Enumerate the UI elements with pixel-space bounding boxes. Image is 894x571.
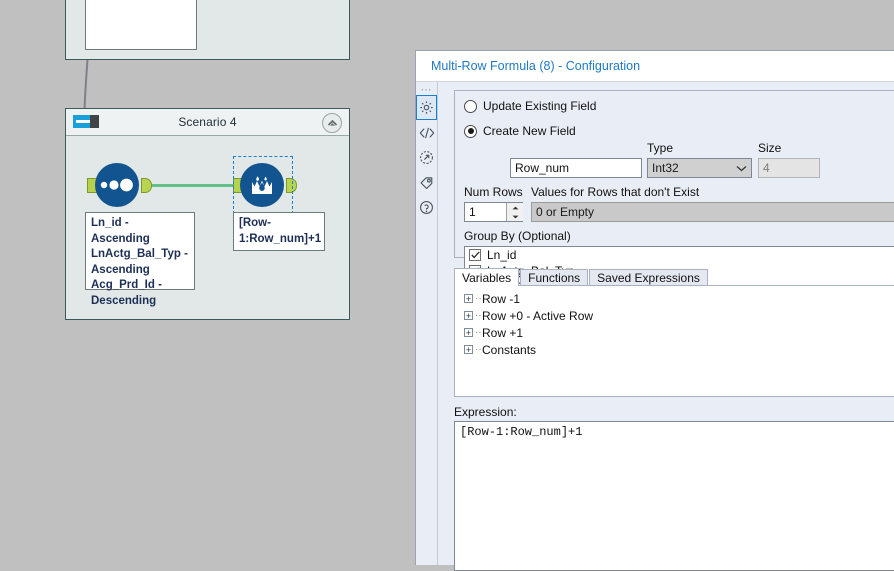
type-value: Int32	[652, 161, 679, 175]
tree-connector: ··	[475, 344, 482, 355]
note-line: Ascending	[91, 263, 150, 276]
field-settings-group: Update Existing Field Create New Field T…	[454, 90, 894, 314]
size-input	[758, 158, 820, 178]
configuration-form: Update Existing Field Create New Field T…	[438, 82, 894, 571]
group-by-item[interactable]: Ln_id	[465, 247, 894, 263]
chevron-down-icon	[736, 165, 747, 171]
tree-item[interactable]: + ·· Constants	[455, 341, 894, 358]
note-line: 1:Row_num]+1	[239, 232, 322, 245]
expression-editor[interactable]: [Row-1:Row_num]+1	[454, 421, 894, 571]
sort-tool-icon[interactable]	[95, 163, 139, 207]
tag-icon[interactable]	[416, 170, 437, 195]
tree-item[interactable]: + ·· Row +0 - Active Row	[455, 307, 894, 324]
tab-saved-expressions[interactable]: Saved Expressions	[589, 269, 708, 286]
expression-tabs[interactable]: Variables Functions Saved Expressions	[454, 268, 709, 286]
stepper-down-icon[interactable]	[507, 212, 523, 221]
panel-icon-rail: ⋯	[416, 82, 438, 565]
tree-item[interactable]: + ·· Row -1	[455, 290, 894, 307]
tab-variables[interactable]: Variables	[454, 268, 520, 286]
num-rows-label: Num Rows	[464, 185, 523, 199]
note-line: LnActg_Bal_Typ -	[91, 248, 188, 260]
note-line: [Row-	[239, 217, 271, 229]
expand-icon[interactable]: +	[464, 345, 473, 354]
note-line: Ln_id - Ascending	[91, 217, 150, 245]
code-icon[interactable]	[416, 120, 437, 145]
expression-text[interactable]: [Row-1:Row_num]+1	[455, 422, 894, 442]
type-label: Type	[647, 141, 674, 155]
radio-update-existing[interactable]	[464, 99, 477, 113]
expand-icon[interactable]: +	[464, 311, 473, 320]
sort-annotation: Ln_id - Ascending LnActg_Bal_Typ - Ascen…	[85, 212, 195, 307]
values-missing-select[interactable]: 0 or Empty	[531, 202, 894, 222]
field-name-input[interactable]	[510, 158, 642, 178]
chevron-up-icon[interactable]	[322, 113, 342, 133]
rail-drag-handle[interactable]: ⋯	[416, 82, 437, 96]
tree-item-label: Constants	[482, 342, 537, 357]
note-line: Descending	[91, 294, 157, 307]
container-tool-icon	[73, 115, 99, 128]
scenario-header[interactable]: Scenario 4	[66, 109, 349, 136]
checkbox-checked[interactable]	[469, 249, 481, 261]
formula-annotation: [Row- 1:Row_num]+1	[233, 212, 325, 251]
group-by-item-label: Ln_id	[487, 248, 517, 262]
variables-tree[interactable]: + ·· Row -1 + ·· Row +0 - Active Row + ·· R…	[454, 285, 894, 397]
tree-connector: ··	[475, 327, 482, 338]
gear-icon[interactable]	[416, 95, 437, 120]
radio-create-new[interactable]	[464, 124, 477, 138]
scenario-title: Scenario 4	[178, 115, 237, 129]
tree-item-label: Row +0 - Active Row	[482, 308, 594, 323]
tree-item-label: Row +1	[482, 325, 524, 340]
expand-icon[interactable]: +	[464, 328, 473, 337]
type-select[interactable]: Int32	[647, 158, 752, 178]
connection-sort-to-formula[interactable]	[148, 184, 238, 187]
update-existing-label: Update Existing Field	[483, 99, 597, 113]
tree-item[interactable]: + ·· Row +1	[455, 324, 894, 341]
group-by-label: Group By (Optional)	[464, 229, 571, 243]
help-icon[interactable]	[416, 195, 437, 220]
expand-icon[interactable]: +	[464, 294, 473, 303]
workflow-canvas[interactable]: Descending Ln_Bus_Evnt - Descending ... …	[0, 0, 420, 565]
values-missing-label: Values for Rows that don't Exist	[531, 185, 700, 199]
create-new-field-option[interactable]: Create New Field	[464, 121, 894, 141]
size-label: Size	[758, 141, 782, 155]
tree-connector: ··	[475, 310, 482, 321]
multi-row-formula-tool-icon[interactable]	[240, 163, 284, 207]
tab-functions[interactable]: Functions	[520, 269, 589, 286]
configuration-panel: Multi-Row Formula (8) - Configuration ⋯	[415, 50, 894, 571]
create-new-label: Create New Field	[483, 124, 576, 138]
note-line: Acg_Prd_Id -	[91, 279, 162, 291]
panel-title: Multi-Row Formula (8) - Configuration	[416, 51, 894, 82]
num-rows-stepper[interactable]	[464, 202, 523, 222]
sort-annotation-top: Descending Ln_Bus_Evnt - Descending ...	[85, 0, 197, 50]
tree-item-label: Row -1	[482, 291, 521, 306]
stepper-buttons[interactable]	[506, 203, 523, 221]
arrow-circle-icon[interactable]	[416, 145, 437, 170]
update-existing-field-option[interactable]: Update Existing Field	[464, 96, 894, 116]
tree-connector: ··	[475, 293, 482, 304]
stepper-up-icon[interactable]	[507, 203, 523, 212]
expression-label: Expression:	[454, 405, 517, 419]
